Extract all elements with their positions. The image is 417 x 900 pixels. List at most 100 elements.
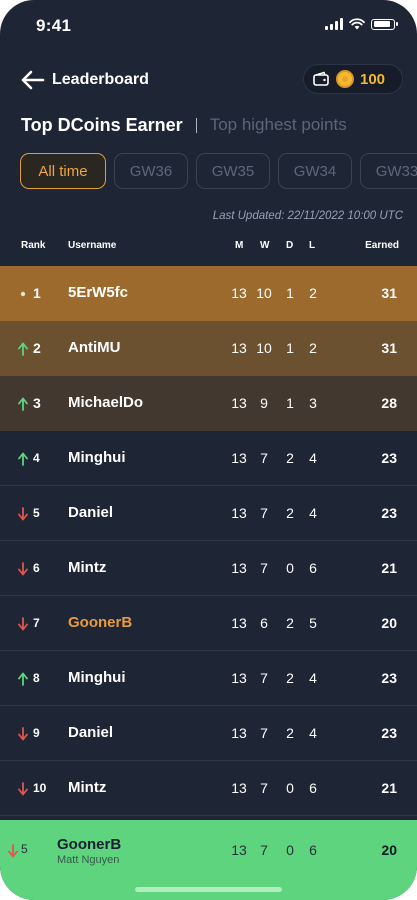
table-row[interactable]: 8 Minghui 13 7 2 4 23 xyxy=(0,651,417,706)
table-row[interactable]: 6 Mintz 13 7 0 6 21 xyxy=(0,541,417,596)
draws: 1 xyxy=(286,340,294,356)
tab-top-dcoins-earner[interactable]: Top DCoins Earner xyxy=(21,115,183,136)
matches: 13 xyxy=(231,285,247,301)
matches: 13 xyxy=(231,842,247,858)
username: Minghui xyxy=(68,449,126,466)
header: Leaderboard 100 xyxy=(20,62,403,98)
wins: 9 xyxy=(260,395,268,411)
draws: 2 xyxy=(286,670,294,686)
table-row[interactable]: 2 AntiMU 13 10 1 2 31 xyxy=(0,321,417,376)
status-bar: 9:41 xyxy=(0,0,417,50)
rank: 2 xyxy=(33,340,41,356)
matches: 13 xyxy=(231,725,247,741)
wins: 7 xyxy=(260,842,268,858)
home-indicator xyxy=(135,887,282,892)
rank: 9 xyxy=(33,726,40,740)
trend-down-icon xyxy=(18,617,28,631)
earned: 20 xyxy=(381,615,397,631)
coin-balance: 100 xyxy=(360,70,386,88)
earned: 21 xyxy=(381,560,397,576)
trend-up-icon xyxy=(18,342,28,356)
username: Mintz xyxy=(68,779,107,796)
coin-icon xyxy=(336,70,354,88)
draws: 1 xyxy=(286,395,294,411)
username: Daniel xyxy=(68,724,114,741)
rank: 10 xyxy=(33,781,47,795)
losses: 6 xyxy=(309,842,317,858)
back-arrow-icon[interactable] xyxy=(20,68,46,92)
col-losses: L xyxy=(309,240,316,251)
losses: 6 xyxy=(309,560,317,576)
earned: 23 xyxy=(381,505,397,521)
rank: 7 xyxy=(33,616,40,630)
wins: 10 xyxy=(256,340,272,356)
wins: 7 xyxy=(260,670,268,686)
earned: 21 xyxy=(381,780,397,796)
gameweek-filter: All time GW36 GW35 GW34 GW33 xyxy=(20,153,417,191)
col-draws: D xyxy=(286,240,294,251)
matches: 13 xyxy=(231,560,247,576)
filter-gw34[interactable]: GW34 xyxy=(278,153,352,189)
table-row-current-user[interactable]: 7 GoonerB 13 6 2 5 20 xyxy=(0,596,417,651)
table-row[interactable]: 3 MichaelDo 13 9 1 3 28 xyxy=(0,376,417,431)
draws: 2 xyxy=(286,450,294,466)
wins: 7 xyxy=(260,725,268,741)
col-username: Username xyxy=(68,240,117,251)
my-username: GoonerB xyxy=(57,836,122,853)
earned: 20 xyxy=(381,842,397,858)
username: MichaelDo xyxy=(68,394,144,411)
trend-down-icon xyxy=(18,782,28,796)
table-row[interactable]: 5 Daniel 13 7 2 4 23 xyxy=(0,486,417,541)
table-row[interactable]: 9 Daniel 13 7 2 4 23 xyxy=(0,706,417,761)
leaderboard-screen: 9:41 Leaderboard 100 Top DCoins Earner T… xyxy=(0,0,417,900)
trend-up-icon xyxy=(18,672,28,686)
filter-gw35[interactable]: GW35 xyxy=(196,153,270,189)
filter-gw33[interactable]: GW33 xyxy=(360,153,417,189)
col-earned: Earned xyxy=(365,240,399,251)
wins: 10 xyxy=(256,285,272,301)
status-icons xyxy=(325,18,398,30)
draws: 2 xyxy=(286,505,294,521)
username: Mintz xyxy=(68,559,107,576)
username: Daniel xyxy=(68,504,114,521)
col-wins: W xyxy=(260,240,270,251)
draws: 2 xyxy=(286,615,294,631)
matches: 13 xyxy=(231,340,247,356)
my-rank-row[interactable]: 5 GoonerB Matt Nguyen 13 7 0 6 20 xyxy=(0,820,417,900)
filter-gw36[interactable]: GW36 xyxy=(114,153,188,189)
rank: 8 xyxy=(33,671,40,685)
rank: 5 xyxy=(33,506,40,520)
losses: 2 xyxy=(309,285,317,301)
username: Minghui xyxy=(68,669,126,686)
losses: 6 xyxy=(309,780,317,796)
table-row[interactable]: 4 Minghui 13 7 2 4 23 xyxy=(0,431,417,486)
table-row[interactable]: 10 Mintz 13 7 0 6 21 xyxy=(0,761,417,816)
table-row[interactable]: 1 5ErW5fc 13 10 1 2 31 xyxy=(0,266,417,321)
username: AntiMU xyxy=(68,339,121,356)
losses: 2 xyxy=(309,340,317,356)
earned: 23 xyxy=(381,670,397,686)
wins: 7 xyxy=(260,450,268,466)
wallet-balance[interactable]: 100 xyxy=(303,64,403,94)
tab-top-highest-points[interactable]: Top highest points xyxy=(210,115,347,135)
rank: 6 xyxy=(33,561,40,575)
last-updated: Last Updated: 22/11/2022 10:00 UTC xyxy=(212,210,403,222)
earned: 31 xyxy=(381,285,397,301)
wallet-icon xyxy=(313,71,329,86)
matches: 13 xyxy=(231,505,247,521)
losses: 4 xyxy=(309,725,317,741)
table-header: Rank Username M W D L Earned xyxy=(0,240,417,254)
trend-up-icon xyxy=(18,397,28,411)
col-rank: Rank xyxy=(21,240,46,251)
matches: 13 xyxy=(231,615,247,631)
losses: 5 xyxy=(309,615,317,631)
status-time: 9:41 xyxy=(36,16,72,35)
draws: 2 xyxy=(286,725,294,741)
tab-divider xyxy=(195,117,197,133)
losses: 4 xyxy=(309,450,317,466)
filter-all-time[interactable]: All time xyxy=(20,153,106,189)
matches: 13 xyxy=(231,395,247,411)
battery-icon xyxy=(371,18,398,30)
section-tabs: Top DCoins Earner Top highest points xyxy=(21,112,417,138)
earned: 23 xyxy=(381,725,397,741)
